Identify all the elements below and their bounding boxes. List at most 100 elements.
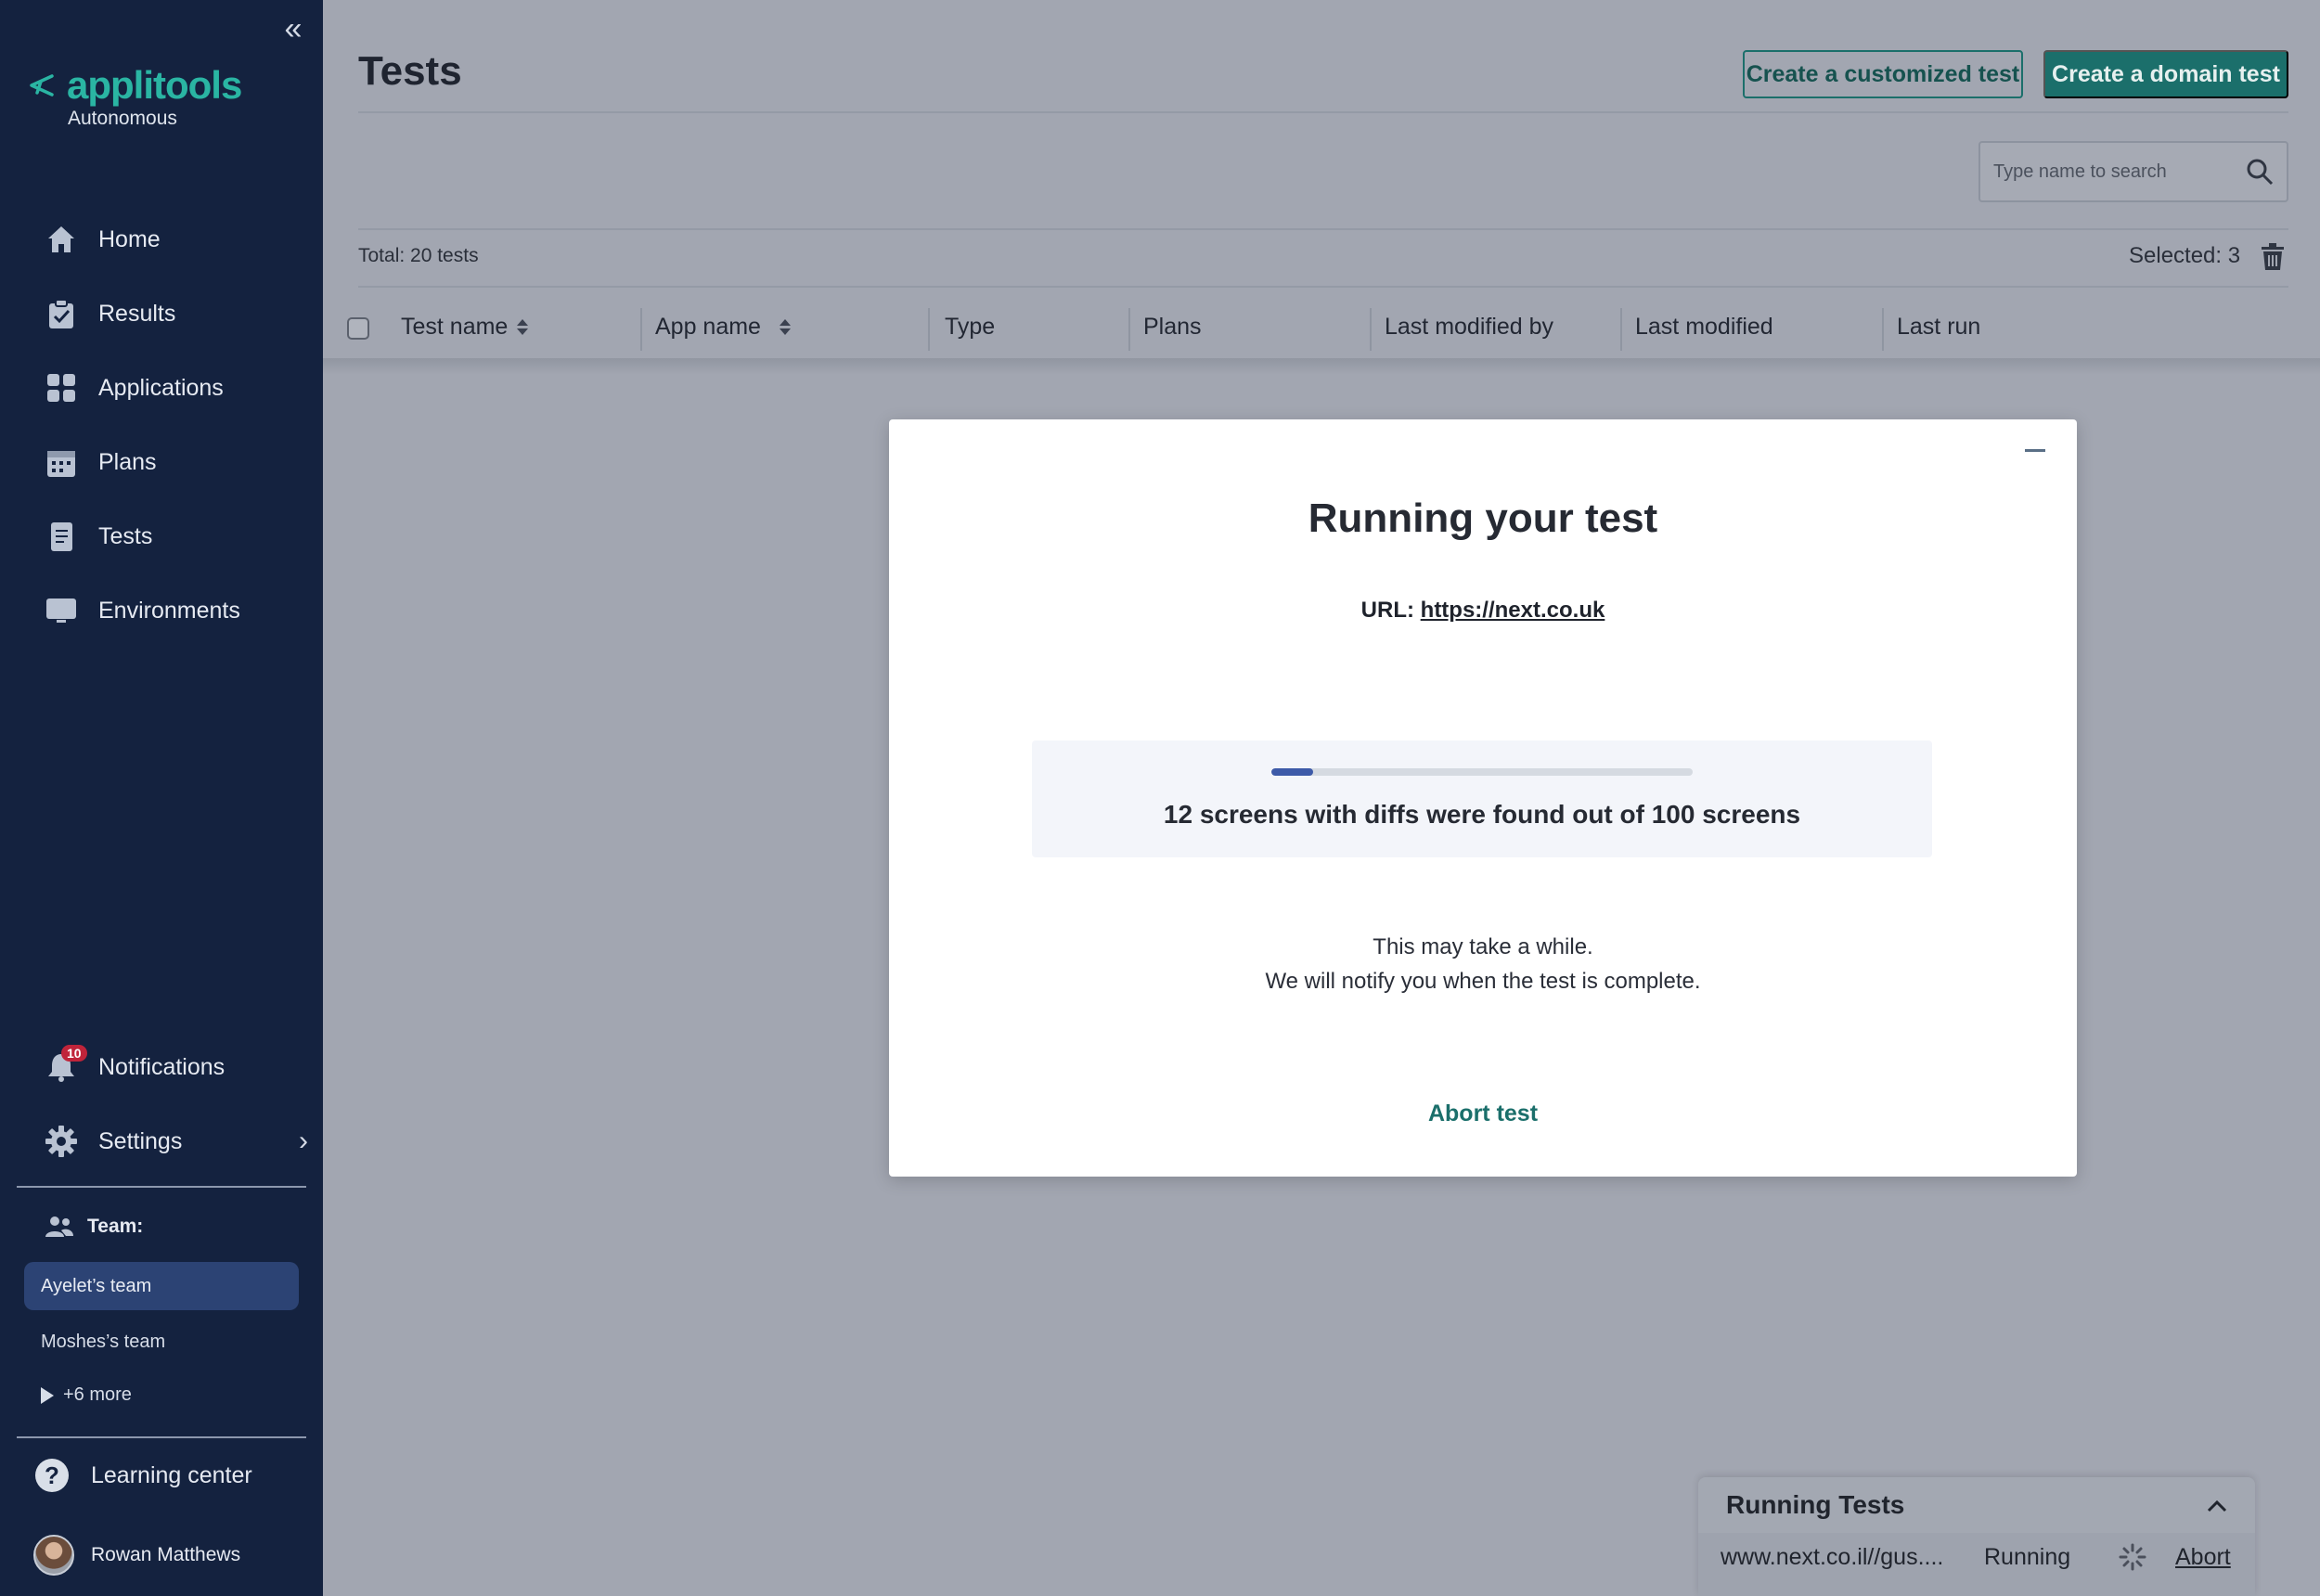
sidebar-item-applications[interactable]: Applications xyxy=(43,367,224,408)
sidebar-item-label: Applications xyxy=(98,374,224,401)
column-separator xyxy=(1882,308,1884,351)
column-separator xyxy=(928,308,930,351)
grid-icon xyxy=(43,369,80,406)
total-tests-count: Total: 20 tests xyxy=(358,245,479,266)
more-teams-toggle[interactable]: +6 more xyxy=(41,1384,132,1406)
chevron-right-icon: › xyxy=(299,1126,308,1156)
chevron-up-icon[interactable] xyxy=(2205,1494,2229,1518)
test-url-link[interactable]: https://next.co.uk xyxy=(1421,598,1605,623)
column-label: Test name xyxy=(401,314,509,340)
running-test-abort-link[interactable]: Abort xyxy=(2175,1544,2231,1571)
collapse-sidebar-icon[interactable]: « xyxy=(280,13,306,45)
create-domain-test-button[interactable]: Create a domain test xyxy=(2043,50,2288,98)
column-separator xyxy=(1620,308,1622,351)
sidebar-item-plans[interactable]: Plans xyxy=(43,442,157,483)
avatar xyxy=(33,1535,74,1576)
modal-title: Running your test xyxy=(1308,496,1658,541)
progress-bar xyxy=(1271,768,1693,776)
main-content: Tests Create a customized test Create a … xyxy=(323,0,2320,1596)
table-header-shadow xyxy=(323,358,2320,375)
title-divider xyxy=(358,111,2288,113)
column-last-modified[interactable]: Last modified xyxy=(1635,314,1773,341)
home-icon xyxy=(43,221,80,258)
notification-count-badge: 10 xyxy=(61,1045,87,1062)
wait-note-line: We will notify you when the test is comp… xyxy=(1265,969,1701,994)
running-tests-title: Running Tests xyxy=(1726,1490,1905,1519)
learning-center-link[interactable]: ? Learning center xyxy=(35,1459,252,1492)
document-icon xyxy=(43,518,80,555)
logo-text: applitools xyxy=(67,63,242,107)
selected-count: Selected: 3 xyxy=(2129,243,2241,268)
minimize-icon[interactable] xyxy=(2023,440,2047,460)
logo-subtitle: Autonomous xyxy=(68,108,177,129)
question-icon: ? xyxy=(35,1459,69,1492)
play-triangle-icon xyxy=(41,1386,54,1404)
create-customized-test-button[interactable]: Create a customized test xyxy=(1743,50,2023,98)
column-separator xyxy=(1128,308,1130,351)
monitor-icon xyxy=(43,592,80,629)
sidebar-divider xyxy=(17,1436,306,1438)
sidebar-item-label: Notifications xyxy=(98,1053,226,1080)
team-item[interactable]: Moshes’s team xyxy=(24,1318,299,1366)
bell-icon: 10 xyxy=(43,1045,87,1086)
sidebar-item-label: Settings xyxy=(98,1127,183,1154)
column-separator xyxy=(640,308,642,351)
calendar-icon xyxy=(43,444,80,481)
column-last-run[interactable]: Last run xyxy=(1897,314,1980,341)
test-url-line: URL: https://next.co.uk xyxy=(889,598,2077,624)
sidebar: « applitools Autonomous Home Results App… xyxy=(0,0,323,1596)
progress-bar-fill xyxy=(1271,768,1314,776)
abort-test-button[interactable]: Abort test xyxy=(889,1100,2077,1127)
progress-panel: 12 screens with diffs were found out of … xyxy=(1032,740,1932,857)
trash-icon[interactable] xyxy=(2261,243,2285,271)
select-all-checkbox[interactable] xyxy=(347,317,369,340)
column-plans[interactable]: Plans xyxy=(1143,314,1202,341)
search-icon[interactable] xyxy=(2246,158,2274,186)
user-profile[interactable]: Rowan Matthews xyxy=(33,1535,240,1576)
running-test-status: Running xyxy=(1984,1544,2071,1570)
column-app-name[interactable]: App name xyxy=(655,314,791,341)
clipboard-check-icon xyxy=(43,295,80,332)
column-label: App name xyxy=(655,314,761,340)
sidebar-item-tests[interactable]: Tests xyxy=(43,516,152,557)
sort-icon xyxy=(517,319,529,335)
team-item-active[interactable]: Ayelet’s team xyxy=(24,1262,299,1310)
search-box[interactable] xyxy=(1978,141,2288,202)
sidebar-divider xyxy=(17,1186,306,1188)
column-separator xyxy=(1370,308,1372,351)
wait-note: This may take a while. We will notify yo… xyxy=(889,930,2077,998)
column-last-modified-by[interactable]: Last modified by xyxy=(1385,314,1553,341)
team-label: Team: xyxy=(87,1216,144,1237)
sidebar-item-label: Home xyxy=(98,225,161,252)
user-name: Rowan Matthews xyxy=(91,1544,241,1565)
more-teams-label: +6 more xyxy=(63,1384,132,1405)
sort-icon xyxy=(779,319,791,335)
wait-note-line: This may take a while. xyxy=(1373,934,1593,959)
sidebar-item-label: Tests xyxy=(98,522,153,549)
sidebar-item-label: Environments xyxy=(98,597,240,624)
table-header: Test name App name Type Plans Last modif… xyxy=(323,297,2320,358)
running-test-modal: Running your test URL: https://next.co.u… xyxy=(889,419,2077,1177)
running-test-url: www.next.co.il//gus.... xyxy=(1721,1544,1944,1570)
search-input[interactable] xyxy=(1993,161,2225,183)
people-icon xyxy=(45,1216,73,1237)
page-title: Tests xyxy=(358,48,462,94)
sidebar-item-home[interactable]: Home xyxy=(43,219,161,260)
column-type[interactable]: Type xyxy=(945,314,995,341)
running-tests-header[interactable]: Running Tests xyxy=(1698,1477,2255,1533)
sidebar-item-label: Results xyxy=(98,300,176,327)
toolbar-divider xyxy=(358,228,2288,230)
column-test-name[interactable]: Test name xyxy=(401,314,529,341)
team-header: Team: xyxy=(45,1216,143,1238)
running-tests-panel: Running Tests www.next.co.il//gus.... Ru… xyxy=(1698,1477,2255,1596)
sidebar-item-label: Plans xyxy=(98,448,157,475)
sidebar-item-notifications[interactable]: 10 Notifications xyxy=(43,1045,226,1088)
sidebar-item-results[interactable]: Results xyxy=(43,293,175,334)
url-label: URL: xyxy=(1360,598,1414,623)
spinner-icon xyxy=(2119,1543,2146,1571)
sidebar-item-environments[interactable]: Environments xyxy=(43,590,240,631)
gear-icon xyxy=(43,1123,80,1160)
header-divider xyxy=(358,286,2288,288)
sidebar-item-settings[interactable]: Settings › xyxy=(43,1121,321,1162)
applitools-logo-mark-icon xyxy=(30,74,54,97)
